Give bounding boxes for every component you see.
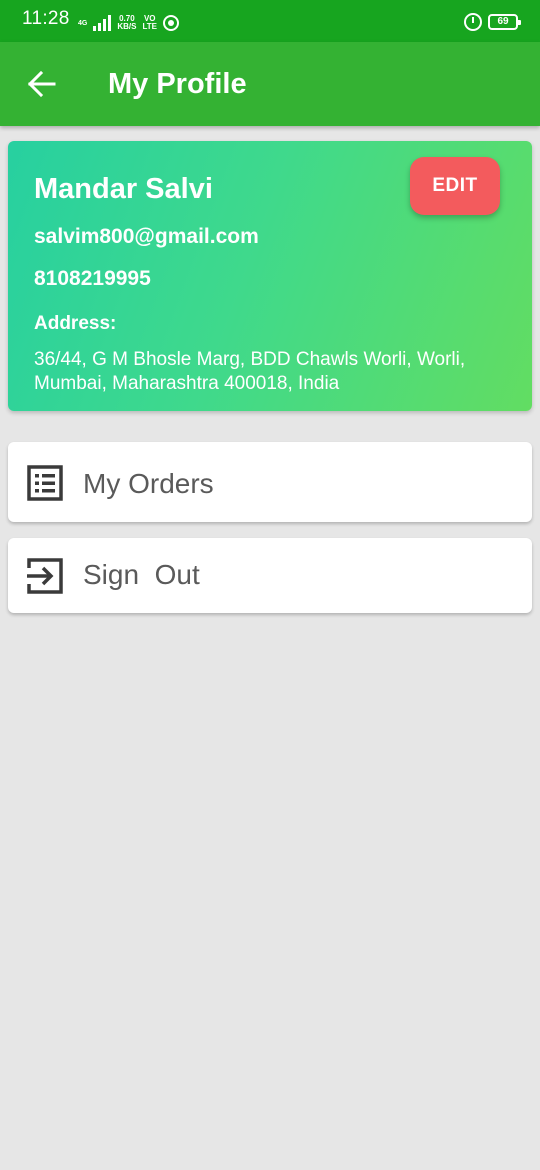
status-right: 69 <box>464 13 521 31</box>
sign-out-label: Sign Out <box>83 559 200 590</box>
signal-icon <box>93 15 112 31</box>
profile-card: Mandar Salvi EDIT salvim800@gmail.com 81… <box>8 141 532 411</box>
address-label: Address: <box>34 313 117 334</box>
status-indicators: 4G 0.70 KB/S VO LTE <box>78 12 179 34</box>
volte-indicator: VO LTE <box>142 15 157 31</box>
sign-out-icon <box>27 558 63 594</box>
back-button[interactable] <box>22 64 62 104</box>
app-bar: My Profile <box>0 42 540 126</box>
address-value: 36/44, G M Bhosle Marg, BDD Chawls Worli… <box>34 349 466 394</box>
status-bar: 11:28 4G 0.70 KB/S VO LTE 69 <box>0 0 540 42</box>
profile-phone: 8108219995 <box>34 267 151 290</box>
whatsapp-icon <box>162 15 179 31</box>
volte-bottom: LTE <box>142 22 157 31</box>
page-title: My Profile <box>108 68 247 100</box>
profile-name: Mandar Salvi <box>34 173 213 205</box>
alarm-icon <box>464 13 482 31</box>
profile-email: salvim800@gmail.com <box>34 225 259 248</box>
network-speed: 0.70 KB/S <box>117 15 136 31</box>
status-time: 11:28 <box>22 8 70 29</box>
my-orders-button[interactable]: My Orders <box>8 442 532 522</box>
speed-unit: KB/S <box>117 22 137 31</box>
arrow-left-icon <box>28 71 56 97</box>
list-icon <box>27 465 63 501</box>
battery-icon: 69 <box>488 14 521 30</box>
sign-out-button[interactable]: Sign Out <box>8 538 532 613</box>
my-orders-label: My Orders <box>83 468 214 499</box>
network-type-label: 4G <box>78 19 88 27</box>
edit-button[interactable]: EDIT <box>410 157 500 215</box>
